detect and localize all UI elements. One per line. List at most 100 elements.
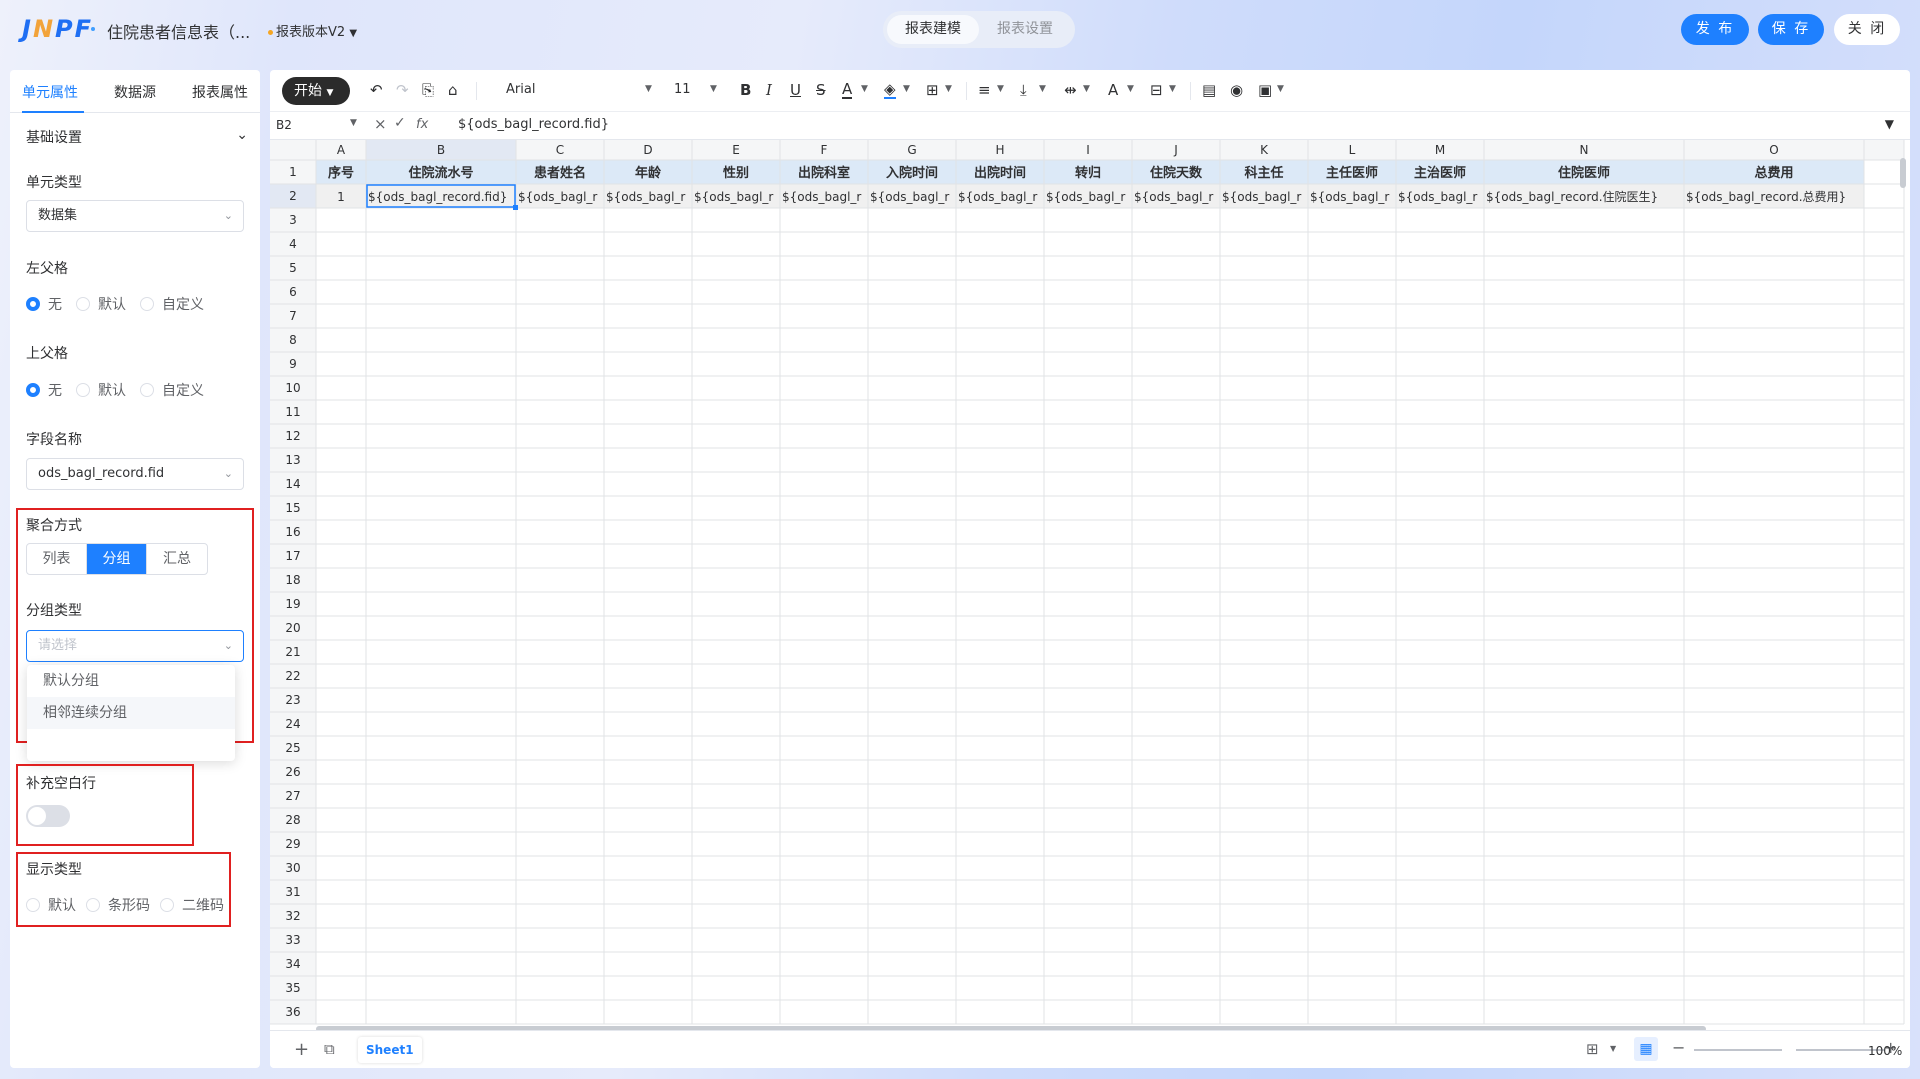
confirm-icon[interactable]: ✓ (394, 115, 406, 131)
row-header[interactable]: 14 (285, 477, 300, 491)
format-painter-icon[interactable]: ⎘ (422, 81, 434, 99)
strikethrough-icon[interactable]: S (816, 81, 826, 99)
row-header[interactable]: 29 (285, 837, 300, 851)
column-header-M[interactable]: M (1435, 143, 1445, 157)
zoom-out-icon[interactable]: − (1672, 1038, 1685, 1057)
expand-formula-icon[interactable]: ▼ (1885, 117, 1894, 131)
header-cell[interactable]: 总费用 (1754, 165, 1793, 181)
row-header[interactable]: 34 (285, 957, 300, 971)
text-rotate-icon[interactable]: A (1108, 81, 1118, 99)
row-header[interactable]: 24 (285, 717, 300, 731)
close-button[interactable]: 关 闭 (1834, 14, 1900, 45)
aggregate-list-button[interactable]: 列表 (27, 544, 87, 574)
header-cell[interactable]: 入院时间 (886, 165, 938, 181)
column-header-F[interactable]: F (821, 143, 828, 157)
row-header[interactable]: 8 (289, 333, 297, 347)
column-header-B[interactable]: B (437, 143, 445, 157)
radio-display-qrcode[interactable]: 二维码 (160, 895, 224, 915)
data-cell[interactable]: ${ods_bagl_record.住院医生} (1486, 190, 1658, 204)
sheet-grid[interactable]: A B C D E F G H I J K L M N O 1 2 3 4 5 6 7 8 9 10 11 12 13 14 15 16 17… (270, 140, 1910, 1032)
column-header-N[interactable]: N (1580, 143, 1589, 157)
undo-icon[interactable]: ↶ (370, 81, 383, 99)
data-cell[interactable]: ${ods_bagl_r (1134, 190, 1213, 204)
data-cell[interactable]: ${ods_bagl_r (518, 190, 597, 204)
radio-left-parent-default[interactable]: 默认 (76, 294, 126, 314)
text-wrap-icon[interactable]: ⇹ (1064, 81, 1077, 99)
row-header[interactable]: 16 (285, 525, 300, 539)
row-header[interactable]: 20 (285, 621, 300, 635)
row-header[interactable]: 2 (289, 189, 297, 203)
row-header[interactable]: 1 (289, 165, 297, 179)
radio-display-barcode[interactable]: 条形码 (86, 895, 150, 915)
row-header[interactable]: 35 (285, 981, 300, 995)
tab-cell-properties[interactable]: 单元属性 (22, 82, 78, 102)
sheet-list-icon[interactable]: ⧉ (324, 1040, 335, 1058)
basic-settings-header[interactable]: 基础设置 ⌄ (26, 127, 254, 147)
bold-icon[interactable]: B (740, 81, 751, 99)
align-horizontal-icon[interactable]: ≡ (978, 81, 991, 99)
data-cell[interactable]: ${ods_bagl_record.fid} (368, 190, 507, 204)
column-header-L[interactable]: L (1349, 143, 1356, 157)
merge-cells-icon[interactable]: ⊟ (1150, 81, 1163, 99)
version-selector[interactable]: 报表版本V2 ▼ (268, 21, 357, 40)
tab-report-modeling[interactable]: 报表建模 (887, 15, 979, 44)
radio-display-default[interactable]: 默认 (26, 895, 76, 915)
column-header-I[interactable]: I (1086, 143, 1090, 157)
row-header[interactable]: 36 (285, 1005, 300, 1019)
underline-icon[interactable]: U (790, 81, 801, 99)
column-header-C[interactable]: C (556, 143, 564, 157)
row-header[interactable]: 10 (285, 381, 300, 395)
publish-button[interactable]: 发 布 (1681, 14, 1749, 45)
fill-color-icon[interactable]: ◈ (884, 81, 896, 99)
data-cell[interactable]: ${ods_bagl_r (958, 190, 1037, 204)
row-header[interactable]: 32 (285, 909, 300, 923)
column-header-A[interactable]: A (337, 143, 346, 157)
italic-icon[interactable]: I (766, 81, 772, 99)
header-cell[interactable]: 主治医师 (1414, 165, 1466, 181)
font-size-select[interactable]: 11 (674, 82, 691, 97)
layout-icon[interactable]: ⊞ (1586, 1040, 1599, 1058)
row-header[interactable]: 6 (289, 285, 297, 299)
freeze-icon[interactable]: ▣ (1258, 81, 1272, 99)
zoom-slider-left[interactable] (1694, 1049, 1782, 1051)
chart-icon[interactable]: ▤ (1202, 81, 1216, 99)
row-header[interactable]: 21 (285, 645, 300, 659)
header-cell[interactable]: 住院流水号 (408, 165, 473, 181)
option-adjacent-group[interactable]: 相邻连续分组 (27, 697, 235, 729)
save-button[interactable]: 保 存 (1758, 14, 1824, 45)
radio-top-parent-default[interactable]: 默认 (76, 380, 126, 400)
row-header[interactable]: 9 (289, 357, 297, 371)
row-header[interactable]: 7 (289, 309, 297, 323)
row-header[interactable]: 23 (285, 693, 300, 707)
data-cell[interactable]: ${ods_bagl_r (1222, 190, 1301, 204)
fill-handle[interactable] (513, 205, 518, 210)
aggregate-group-button[interactable]: 分组 (87, 544, 147, 574)
row-header[interactable]: 17 (285, 549, 300, 563)
column-header-K[interactable]: K (1260, 143, 1269, 157)
cell-type-select[interactable]: 数据集 ⌄ (26, 200, 244, 232)
row-header[interactable]: 18 (285, 573, 300, 587)
column-header-E[interactable]: E (732, 143, 740, 157)
row-header[interactable]: 22 (285, 669, 300, 683)
start-menu-button[interactable]: 开始 ▼ (282, 77, 350, 105)
column-header-O[interactable]: O (1769, 143, 1778, 157)
radio-left-parent-none[interactable]: 无 (26, 294, 62, 314)
data-cell[interactable]: ${ods_bagl_r (1046, 190, 1125, 204)
fill-blank-toggle[interactable] (26, 805, 70, 827)
row-header[interactable]: 12 (285, 429, 300, 443)
group-type-select[interactable]: 请选择 ⌄ (26, 630, 244, 662)
data-cell[interactable]: ${ods_bagl_r (870, 190, 949, 204)
cell-reference[interactable]: B2 (276, 118, 292, 132)
data-cell[interactable]: ${ods_bagl_r (606, 190, 685, 204)
header-cell[interactable]: 转归 (1075, 165, 1101, 181)
data-cell[interactable]: ${ods_bagl_r (1398, 190, 1477, 204)
data-cell[interactable]: ${ods_bagl_r (1310, 190, 1389, 204)
formula-input[interactable]: ${ods_bagl_record.fid} (458, 117, 609, 132)
header-cell[interactable]: 住院天数 (1150, 165, 1203, 181)
row-header[interactable]: 11 (285, 405, 300, 419)
cancel-icon[interactable]: × (374, 115, 387, 133)
radio-top-parent-none[interactable]: 无 (26, 380, 62, 400)
font-family-select[interactable]: Arial (506, 82, 535, 97)
row-header[interactable]: 27 (285, 789, 300, 803)
data-cell[interactable]: 1 (337, 190, 345, 204)
